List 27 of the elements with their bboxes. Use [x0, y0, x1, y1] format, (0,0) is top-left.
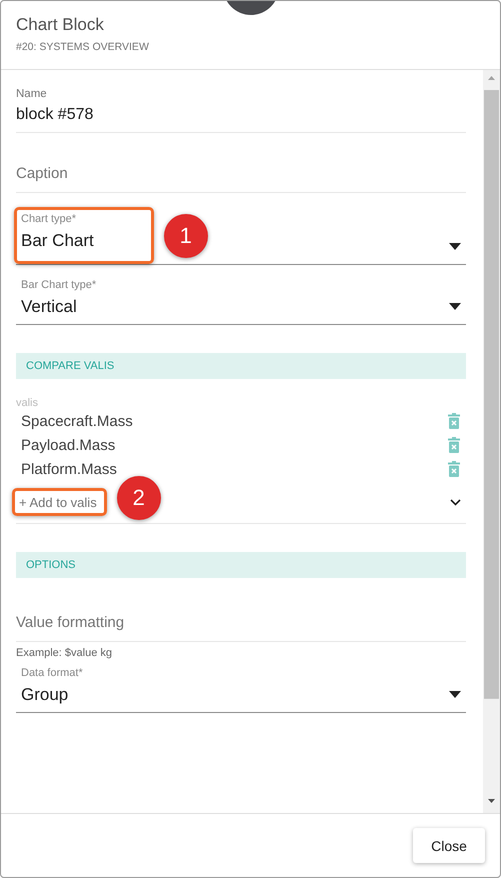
step-badge: 2	[116, 476, 161, 520]
list-item: Platform.Mass	[21, 460, 117, 478]
list-item: Spacecraft.Mass	[21, 412, 133, 430]
input-field[interactable]: Caption	[16, 147, 68, 192]
list-item: Payload.Mass	[21, 436, 116, 454]
chevron-down-icon[interactable]	[450, 498, 461, 506]
dropdown-caret-icon[interactable]	[449, 243, 461, 250]
dropdown-caret-icon[interactable]	[449, 303, 461, 310]
dialog-subtitle: #20: SYSTEMS OVERVIEW	[16, 41, 149, 53]
field-label: Data format*	[21, 667, 83, 679]
section-title: OPTIONS	[26, 559, 76, 571]
close-button[interactable]: Close	[413, 828, 485, 863]
dropdown-caret-icon[interactable]	[449, 691, 461, 698]
section-title: COMPARE VALIS	[26, 360, 114, 372]
hint-text: Example: $value kg	[16, 647, 112, 659]
step-badge: 1	[164, 214, 208, 258]
field-label: Name	[16, 88, 47, 100]
select-value[interactable]: Bar Chart	[21, 231, 94, 251]
dialog-title: Chart Block	[16, 15, 104, 35]
name-field[interactable]: block #578	[16, 106, 94, 124]
field-label: Bar Chart type*	[21, 279, 96, 291]
input-field[interactable]: Value formatting	[16, 596, 124, 641]
select-value[interactable]: Group	[21, 685, 68, 705]
field-label: Chart type*	[21, 213, 76, 225]
add-item-field[interactable]: + Add to valis	[19, 495, 97, 510]
select-value[interactable]: Vertical	[21, 297, 77, 317]
field-label: valis	[16, 397, 38, 409]
